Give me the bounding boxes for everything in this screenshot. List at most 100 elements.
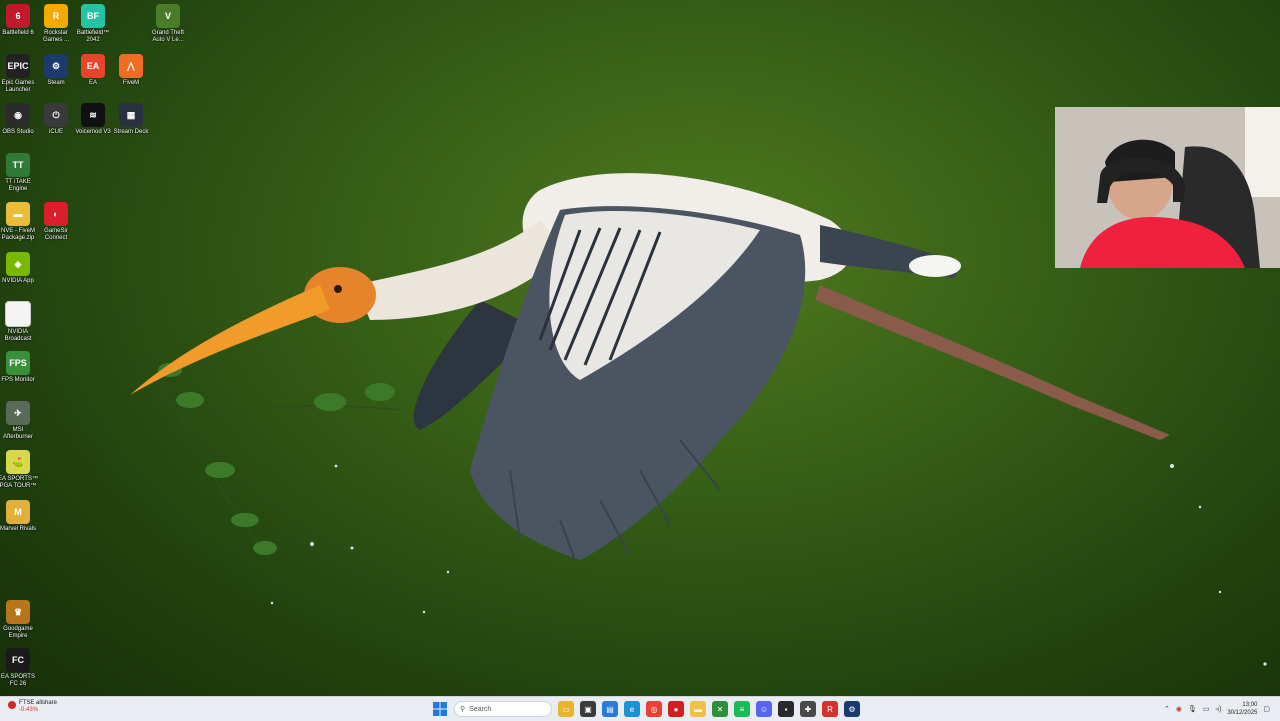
battlefield-6-icon: 6 bbox=[6, 4, 30, 28]
desktop-icon[interactable]: NVIDIA Broadcast bbox=[0, 301, 38, 343]
desktop-icon-label: FiveM bbox=[122, 80, 140, 86]
desktop-icon-label: OBS Studio bbox=[2, 129, 34, 135]
desktop-icon[interactable]: ♛ Goodgame Empire bbox=[0, 600, 38, 640]
taskbar: FTSE allshare -0.43% ⚲ Search ▭ ▣ ▤ e ◎ ● ▬ ✕ ≡ ☺… bbox=[0, 696, 1280, 721]
ea-fc26-icon: FC bbox=[6, 648, 30, 672]
desktop-icon-label: GameSir Connect bbox=[44, 228, 68, 241]
stream-deck-icon: ▦ bbox=[119, 103, 143, 127]
clock-time: 13:00 bbox=[1242, 702, 1258, 708]
tt-itake-icon: TT bbox=[6, 153, 30, 177]
msi-afterburner-icon: ✈ bbox=[6, 401, 30, 425]
windows-logo-icon bbox=[433, 702, 447, 716]
gamesir-icon: ◐ bbox=[44, 202, 68, 226]
folder-zip-icon: ▬ bbox=[6, 202, 30, 226]
desktop-icon[interactable]: ≋ Voicemod V3 bbox=[73, 103, 113, 136]
desktop-icon-label: EA SPORTS FC 26 bbox=[1, 674, 35, 687]
clock[interactable]: 13:00 30/12/2025 bbox=[1227, 701, 1257, 717]
desktop-icon[interactable]: ✈ MSI Afterburner bbox=[0, 401, 38, 441]
rockstar-games-icon: R bbox=[44, 4, 68, 28]
desktop-icon-label: FPS Monitor bbox=[1, 377, 35, 383]
desktop-icon[interactable]: R Rockstar Games ... bbox=[36, 4, 76, 44]
gta-v-icon: V bbox=[156, 4, 180, 28]
desktop-icon-label: MSI Afterburner bbox=[2, 427, 33, 440]
webcam-person-image bbox=[1055, 107, 1280, 268]
stock-widget[interactable]: FTSE allshare -0.43% bbox=[8, 700, 57, 714]
task-view-icon[interactable]: ▣ bbox=[580, 701, 596, 717]
desktop-icon-label: iCUE bbox=[48, 129, 63, 135]
water-droplets bbox=[270, 464, 1267, 666]
chevron-up-icon[interactable]: ⌃ bbox=[1164, 705, 1170, 713]
document-icon bbox=[5, 301, 31, 327]
webcam-overlay bbox=[1055, 107, 1280, 268]
desktop-icon-label: TT iTAKE Engine bbox=[5, 179, 31, 192]
desktop-icon-label: Rockstar Games ... bbox=[42, 30, 69, 43]
fivem-icon: ⋀ bbox=[119, 54, 143, 78]
desktop-icon-label: Steam bbox=[47, 80, 65, 86]
folder-icon[interactable]: ▬ bbox=[690, 701, 706, 717]
desktop-icon[interactable]: ◈ NVIDIA App bbox=[0, 252, 38, 285]
goodgame-empire-icon: ♛ bbox=[6, 600, 30, 624]
desktop-icon-label: NVIDIA App bbox=[2, 278, 34, 284]
stock-widget-change: -0.43% bbox=[19, 707, 39, 713]
store-icon[interactable]: ▤ bbox=[602, 701, 618, 717]
start-button[interactable] bbox=[432, 701, 448, 717]
desktop-icon[interactable]: FPS FPS Monitor bbox=[0, 351, 38, 384]
desktop-icon[interactable]: ⛳ EA SPORTS™ PGA TOUR™ bbox=[0, 450, 38, 490]
desktop-icon-label: Grand Theft Auto V Le... bbox=[152, 30, 184, 43]
file-explorer-icon[interactable]: ▭ bbox=[558, 701, 574, 717]
desktop-icon-label: NVIDIA Broadcast bbox=[4, 329, 32, 342]
desktop-icon[interactable]: 6 Battlefield 6 bbox=[0, 4, 38, 37]
desktop-icon-label: Battlefield™ 2042 bbox=[76, 30, 110, 43]
controller-icon[interactable]: ✚ bbox=[800, 701, 816, 717]
desktop-icon[interactable]: BF Battlefield™ 2042 bbox=[73, 4, 113, 44]
ea-icon: EA bbox=[81, 54, 105, 78]
desktop-icon[interactable]: V Grand Theft Auto V Le... bbox=[148, 4, 188, 44]
wallpaper-branch bbox=[159, 389, 401, 556]
desktop-icon-label: Marvel Rivals bbox=[0, 526, 36, 532]
desktop-icon[interactable]: FC EA SPORTS FC 26 bbox=[0, 648, 38, 688]
desktop-wallpaper bbox=[130, 173, 1267, 666]
desktop-icon[interactable]: TT TT iTAKE Engine bbox=[0, 153, 38, 193]
desktop-icon[interactable]: ⋀ FiveM bbox=[111, 54, 151, 87]
steam-taskbar-icon[interactable]: ⚙ bbox=[844, 701, 860, 717]
desktop-icon-label: Stream Deck bbox=[113, 129, 149, 135]
desktop-icon-label: Goodgame Empire bbox=[3, 626, 33, 639]
desktop-icon[interactable]: ▬ NVE - FiveM Package.zip bbox=[0, 202, 38, 242]
steam-icon: ⚙ bbox=[44, 54, 68, 78]
desktop-icon-label: Voicemod V3 bbox=[75, 129, 111, 135]
stock-widget-title: FTSE allshare bbox=[19, 700, 58, 706]
network-icon[interactable]: ▭ bbox=[1203, 705, 1210, 713]
obs-icon: ◉ bbox=[6, 103, 30, 127]
terminal-icon[interactable]: ▪ bbox=[778, 701, 794, 717]
notification-icon[interactable]: ▢ bbox=[1263, 705, 1270, 713]
battlefield-2042-icon: BF bbox=[81, 4, 105, 28]
rockstar-taskbar-icon[interactable]: R bbox=[822, 701, 838, 717]
antivirus-icon[interactable]: ◉ bbox=[1176, 705, 1182, 713]
discord-icon[interactable]: ☺ bbox=[756, 701, 772, 717]
desktop-icon[interactable]: EPIC Epic Games Launcher bbox=[0, 54, 38, 94]
chrome-icon[interactable]: ◎ bbox=[646, 701, 662, 717]
desktop-icon[interactable]: ⚙ Steam bbox=[36, 54, 76, 87]
desktop-icon-label: Epic Games Launcher bbox=[1, 80, 35, 93]
spotify-icon[interactable]: ≡ bbox=[734, 701, 750, 717]
marvel-rivals-icon: M bbox=[6, 500, 30, 524]
volume-icon[interactable]: ◃) bbox=[1215, 705, 1221, 713]
record-icon[interactable]: ● bbox=[668, 701, 684, 717]
desktop-icon[interactable]: EA EA bbox=[73, 54, 113, 87]
desktop-icon[interactable]: ◉ OBS Studio bbox=[0, 103, 38, 136]
taskbar-pinned-apps: ▭ ▣ ▤ e ◎ ● ▬ ✕ ≡ ☺ ▪ ✚ R ⚙ bbox=[558, 701, 860, 717]
stock-indicator-icon bbox=[8, 701, 16, 709]
search-icon: ⚲ bbox=[460, 706, 466, 713]
edge-icon[interactable]: e bbox=[624, 701, 640, 717]
desktop-icon[interactable]: ◐ GameSir Connect bbox=[36, 202, 76, 242]
microphone-icon[interactable]: 🎙︎ bbox=[1188, 705, 1197, 713]
taskbar-search-box[interactable]: ⚲ Search bbox=[454, 701, 552, 717]
stork-beak bbox=[130, 285, 330, 395]
xbox-icon[interactable]: ✕ bbox=[712, 701, 728, 717]
nvidia-icon: ◈ bbox=[6, 252, 30, 276]
desktop-icon-label: Battlefield 6 bbox=[2, 30, 34, 36]
desktop-icon[interactable]: ⏻ iCUE bbox=[36, 103, 76, 136]
clock-date: 30/12/2025 bbox=[1227, 710, 1258, 716]
desktop-icon[interactable]: ▦ Stream Deck bbox=[111, 103, 151, 136]
desktop-icon[interactable]: M Marvel Rivals bbox=[0, 500, 38, 533]
